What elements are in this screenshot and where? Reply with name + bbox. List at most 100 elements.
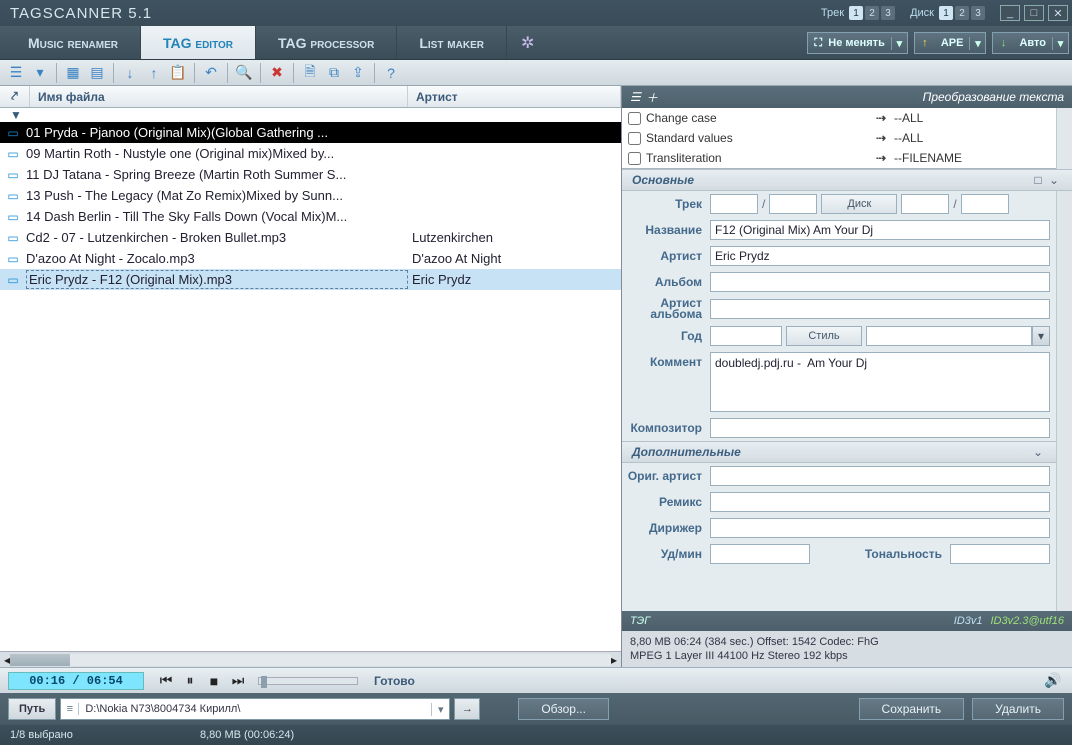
track-pill-3[interactable]: 3 xyxy=(881,6,895,20)
scroll-right-icon[interactable]: ▸ xyxy=(611,653,617,667)
dropdown-icon[interactable]: ▾ xyxy=(29,62,51,84)
playback-time[interactable]: 00:16 / 06:54 xyxy=(8,672,144,690)
prev-button[interactable]: ⏮ xyxy=(156,672,176,689)
browse-button[interactable]: Обзор... xyxy=(518,698,609,720)
up-icon[interactable]: ↑ xyxy=(143,62,165,84)
chevron-down-icon[interactable]: ⌄ xyxy=(1046,173,1062,187)
maximize-button[interactable]: □ xyxy=(1024,5,1044,21)
title-input[interactable] xyxy=(710,220,1050,240)
id3v1-label[interactable]: ID3v1 xyxy=(954,615,983,627)
remix-input[interactable] xyxy=(710,492,1050,512)
transform-row[interactable]: Transliteration⇢--FILENAME xyxy=(622,148,1056,168)
settings-gear-icon[interactable]: ✲ xyxy=(507,26,548,59)
genre-input[interactable] xyxy=(866,326,1032,346)
minimize-button[interactable]: _ xyxy=(1000,5,1020,21)
down-icon[interactable]: ↓ xyxy=(119,62,141,84)
bpm-input[interactable] xyxy=(710,544,810,564)
table-row[interactable]: ▭01 Pryda - Pjanoo (Original Mix)(Global… xyxy=(0,122,621,143)
next-button[interactable]: ⏭ xyxy=(228,672,248,689)
list-menu-dropdown[interactable]: ▼ xyxy=(0,108,621,122)
help-icon[interactable]: ? xyxy=(380,62,402,84)
size-status: 8,80 MB (00:06:24) xyxy=(200,729,294,741)
save-button[interactable]: Сохранить xyxy=(859,698,965,720)
stop-button[interactable]: ■ xyxy=(204,673,224,689)
new-file-icon[interactable]: 🗎 xyxy=(299,62,321,84)
genre-dropdown-icon[interactable]: ▾ xyxy=(1032,326,1050,346)
disc-pill-2[interactable]: 2 xyxy=(955,6,969,20)
track-pill-2[interactable]: 2 xyxy=(865,6,879,20)
track-total-input[interactable] xyxy=(769,194,817,214)
id3v2-label[interactable]: ID3v2.3@utf16 xyxy=(990,615,1064,627)
tab-list-maker[interactable]: List maker xyxy=(397,26,507,59)
add-icon[interactable]: ＋ xyxy=(646,89,662,106)
album-input[interactable] xyxy=(710,272,1050,292)
disc-button[interactable]: Диск xyxy=(821,194,897,214)
tab-tag-editor[interactable]: TAG editor xyxy=(141,26,256,59)
form-scrollbar[interactable] xyxy=(1056,191,1072,611)
chevron-down-icon[interactable]: ▾ xyxy=(431,703,449,716)
table-row[interactable]: ▭Eric Prydz - F12 (Original Mix).mp3Eric… xyxy=(0,269,621,290)
transforms-scrollbar[interactable] xyxy=(1056,108,1072,169)
orig-artist-input[interactable] xyxy=(710,466,1050,486)
history-icon[interactable]: ≡ xyxy=(61,703,79,715)
comment-input[interactable] xyxy=(710,352,1050,412)
disc-number-input[interactable] xyxy=(901,194,949,214)
search-icon[interactable]: 🔍 xyxy=(233,62,255,84)
key-input[interactable] xyxy=(950,544,1050,564)
shuffle-column-icon[interactable]: ⤤ xyxy=(0,86,30,107)
close-button[interactable]: ✕ xyxy=(1048,5,1068,21)
seek-slider[interactable] xyxy=(258,677,358,685)
section-extra[interactable]: Дополнительные ⌄ xyxy=(622,441,1056,463)
volume-icon[interactable]: 🔊 xyxy=(1044,672,1064,689)
table-row[interactable]: ▭14 Dash Berlin - Till The Sky Falls Dow… xyxy=(0,206,621,227)
table-row[interactable]: ▭Cd2 - 07 - Lutzenkirchen - Broken Bulle… xyxy=(0,227,621,248)
disc-pill-3[interactable]: 3 xyxy=(971,6,985,20)
delete-icon[interactable]: ✖ xyxy=(266,62,288,84)
transform-checkbox[interactable] xyxy=(628,132,641,145)
tab-music-renamer[interactable]: Music renamer xyxy=(6,26,141,59)
undo-icon[interactable]: ↶ xyxy=(200,62,222,84)
table-row[interactable]: ▭13 Push - The Legacy (Mat Zo Remix)Mixe… xyxy=(0,185,621,206)
auto-combo[interactable]: ↓ Авто ▾ xyxy=(992,32,1069,54)
path-value[interactable]: D:\Nokia N73\8004734 Кирилл\ xyxy=(79,703,431,715)
transform-checkbox[interactable] xyxy=(628,152,641,165)
transform-row[interactable]: Standard values⇢--ALL xyxy=(622,128,1056,148)
file-list[interactable]: ▭01 Pryda - Pjanoo (Original Mix)(Global… xyxy=(0,122,621,651)
section-main[interactable]: Основные □ ⌄ xyxy=(622,169,1072,191)
year-input[interactable] xyxy=(710,326,782,346)
format-combo[interactable]: ↑ APE ▾ xyxy=(914,32,987,54)
grid-icon[interactable]: ▦ xyxy=(62,62,84,84)
resize-combo[interactable]: ⛶ Не менять ▾ xyxy=(807,32,908,54)
selection-status: 1/8 выбрано xyxy=(10,729,200,741)
track-pill-1[interactable]: 1 xyxy=(849,6,863,20)
artist-input[interactable] xyxy=(710,246,1050,266)
square-icon[interactable]: □ xyxy=(1030,173,1046,187)
disc-pill-1[interactable]: 1 xyxy=(939,6,953,20)
artist-column[interactable]: Артист xyxy=(408,86,621,107)
pause-button[interactable]: ⏸ xyxy=(180,672,200,689)
transform-checkbox[interactable] xyxy=(628,112,641,125)
filename-column[interactable]: Имя файла xyxy=(30,86,408,107)
album-artist-input[interactable] xyxy=(710,299,1050,319)
table-row[interactable]: ▭09 Martin Roth - Nustyle one (Original … xyxy=(0,143,621,164)
horizontal-scrollbar[interactable]: ◂ ▸ xyxy=(0,651,621,667)
table-row[interactable]: ▭D'azoo At Night - Zocalo.mp3D'azoo At N… xyxy=(0,248,621,269)
composer-input[interactable] xyxy=(710,418,1050,438)
delete-button[interactable]: Удалить xyxy=(972,698,1064,720)
tab-tag-processor[interactable]: TAG processor xyxy=(256,26,397,59)
conductor-input[interactable] xyxy=(710,518,1050,538)
export-icon[interactable]: ⇪ xyxy=(347,62,369,84)
scrollbar-thumb[interactable] xyxy=(10,654,70,666)
list-icon[interactable]: ☰ xyxy=(630,90,646,104)
disc-total-input[interactable] xyxy=(961,194,1009,214)
grid2-icon[interactable]: ▤ xyxy=(86,62,108,84)
chevron-down-icon[interactable]: ⌄ xyxy=(1030,445,1046,459)
copy-tags-icon[interactable]: ⧉ xyxy=(323,62,345,84)
list-mode-icon[interactable]: ☰ xyxy=(5,62,27,84)
transform-row[interactable]: Change case⇢--ALL xyxy=(622,108,1056,128)
paste-icon[interactable]: 📋 xyxy=(167,62,189,84)
track-number-input[interactable] xyxy=(710,194,758,214)
go-button[interactable]: → xyxy=(454,698,480,720)
genre-button[interactable]: Стиль xyxy=(786,326,862,346)
table-row[interactable]: ▭11 DJ Tatana - Spring Breeze (Martin Ro… xyxy=(0,164,621,185)
